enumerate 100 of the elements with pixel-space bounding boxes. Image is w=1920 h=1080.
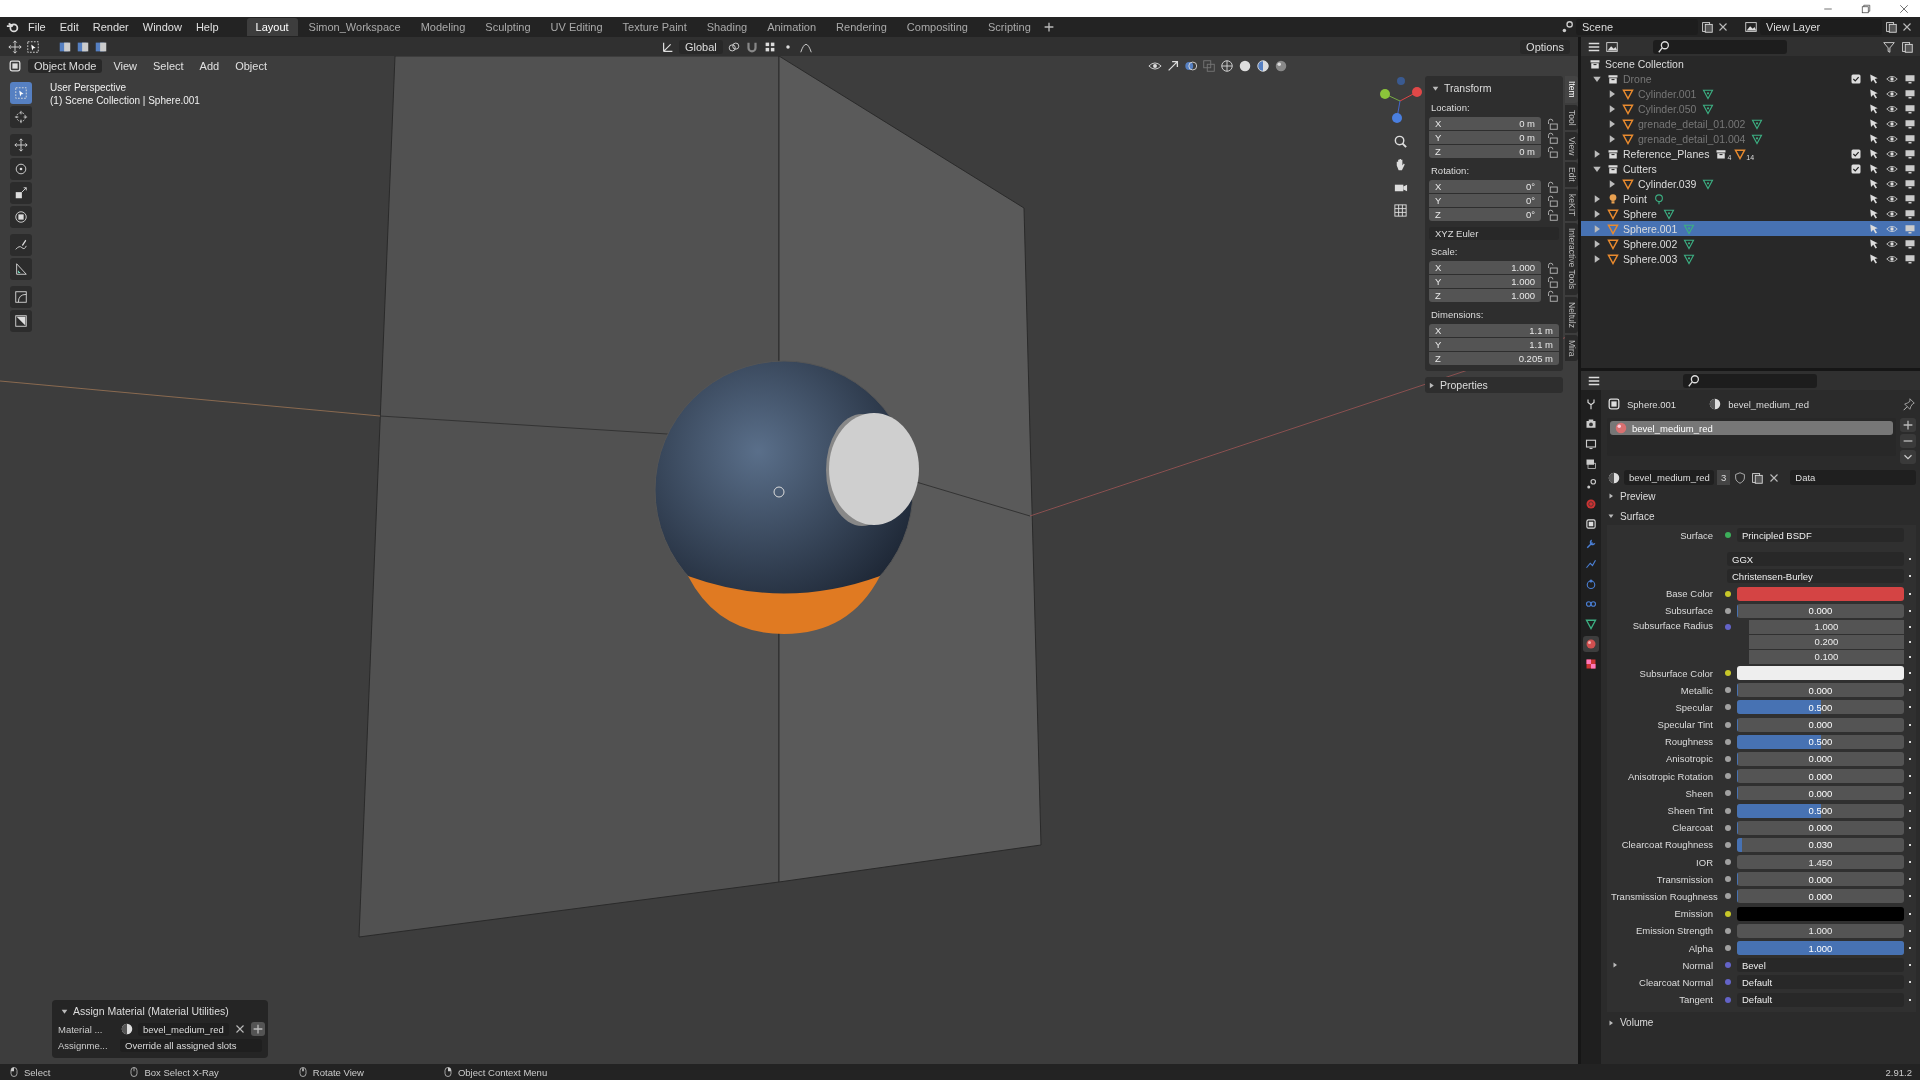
socket-icon[interactable] (1725, 721, 1731, 728)
outliner-item[interactable]: Cylinder.039 (1581, 176, 1920, 191)
socket-icon[interactable] (1725, 927, 1731, 934)
socket-icon[interactable] (1725, 790, 1731, 797)
properties-tab[interactable] (1583, 516, 1599, 532)
number-field[interactable]: X 1.1 m (1429, 324, 1559, 337)
slider-field[interactable]: 0.000 (1737, 889, 1904, 904)
lock-icon[interactable] (1545, 131, 1559, 145)
sidebar-tab[interactable]: Edit (1565, 162, 1578, 188)
view-layer-field[interactable]: View Layer (1760, 19, 1882, 35)
view-layer-icon[interactable] (1744, 20, 1758, 34)
outliner-item[interactable]: Sphere.002 (1581, 236, 1920, 251)
material-field[interactable]: bevel_medium_red (138, 1022, 229, 1036)
search-field[interactable] (1653, 39, 1787, 54)
zoom-icon[interactable] (1392, 134, 1408, 149)
menu-item[interactable]: Window (136, 19, 188, 35)
properties-tab[interactable] (1583, 636, 1599, 652)
slider-field[interactable]: 0.000 (1737, 751, 1904, 766)
number-field[interactable]: 0.100 (1749, 649, 1904, 664)
number-field[interactable]: Y 0 m (1429, 131, 1541, 144)
menu-item[interactable]: Render (86, 19, 135, 35)
workspace-tab[interactable]: Texture Paint (613, 18, 696, 36)
number-field[interactable]: X 1.000 (1429, 261, 1541, 274)
monitor-icon[interactable] (1904, 237, 1916, 250)
workspace-tab[interactable]: Layout (246, 18, 298, 36)
tool-button[interactable] (10, 106, 32, 128)
number-field[interactable]: Z 1.000 (1429, 289, 1541, 302)
number-field[interactable]: 1.000 (1737, 923, 1904, 938)
slider-field[interactable]: 0.500 (1737, 803, 1904, 818)
menu-item[interactable]: Help (189, 19, 225, 35)
socket-icon[interactable] (1725, 755, 1731, 762)
copy-icon[interactable] (1700, 20, 1714, 34)
number-field[interactable]: Z 0 m (1429, 145, 1541, 158)
number-field[interactable]: Y 1.1 m (1429, 338, 1559, 351)
number-field[interactable]: 1.000 (1749, 619, 1904, 634)
number-field[interactable]: 0.200 (1749, 634, 1904, 649)
slider-field[interactable]: 1.000 (1737, 941, 1904, 956)
workspace-tab[interactable]: Animation (758, 18, 826, 36)
menu-item[interactable]: View (108, 59, 143, 73)
slider-field[interactable]: 0.000 (1737, 786, 1904, 801)
dropdown-field[interactable]: Override all assigned slots (120, 1039, 262, 1052)
checkbox[interactable] (1850, 147, 1862, 160)
workspace-tab[interactable]: Compositing (897, 18, 977, 36)
material-name-field[interactable]: bevel_medium_red (1624, 470, 1714, 485)
visibility-icon[interactable] (1148, 59, 1162, 73)
slider-field[interactable]: 0.000 (1737, 603, 1904, 618)
outliner-item[interactable]: Sphere.003 (1581, 251, 1920, 266)
slider-field[interactable]: 0.500 (1737, 700, 1904, 715)
expand-icon[interactable] (1611, 961, 1619, 970)
selectable-icon[interactable] (1868, 147, 1880, 160)
rotation-mode-dropdown[interactable]: XYZ Euler (1429, 227, 1559, 240)
copy-icon[interactable] (1884, 20, 1898, 34)
sidebar-tab[interactable]: Mira (1565, 334, 1578, 362)
panel-header[interactable]: Surface (1607, 507, 1916, 525)
new-collection-icon[interactable] (1900, 39, 1914, 54)
number-field[interactable]: Y 0° (1429, 194, 1541, 207)
socket-icon[interactable] (1725, 607, 1731, 614)
menu-item[interactable]: Edit (53, 19, 85, 35)
workspace-tab[interactable]: Rendering (827, 18, 896, 36)
filter-icon[interactable] (1882, 39, 1896, 54)
slider-field[interactable]: 0.000 (1737, 717, 1904, 732)
shader-field[interactable]: Principled BSDF (1737, 528, 1904, 543)
number-field[interactable]: Z 0.205 m (1429, 352, 1559, 365)
selectable-icon[interactable] (1868, 192, 1880, 205)
sidebar-tab[interactable]: Item (1565, 76, 1578, 103)
socket-icon[interactable] (1725, 910, 1731, 917)
link-dropdown[interactable]: Data (1790, 470, 1916, 485)
monitor-icon[interactable] (1904, 162, 1916, 175)
tool-button[interactable] (10, 234, 32, 256)
select-tool-icon[interactable] (26, 39, 40, 54)
slider-field[interactable]: 0.030 (1737, 837, 1904, 852)
editor-type-icon[interactable] (8, 39, 22, 54)
panel-header[interactable]: Preview (1607, 487, 1916, 505)
socket-icon[interactable] (1725, 670, 1731, 677)
selectable-icon[interactable] (1868, 252, 1880, 265)
material-slot[interactable]: bevel_medium_red (1610, 421, 1893, 435)
workspace-tab[interactable]: Scripting (979, 18, 1040, 36)
panel-title[interactable]: Transform (1444, 82, 1492, 94)
sidebar-tab[interactable]: Tool (1565, 104, 1578, 131)
add-slot-button[interactable] (1900, 418, 1916, 432)
workspace-tab[interactable]: Simon_Workspace (299, 18, 410, 36)
color-field[interactable] (1737, 666, 1904, 681)
pivot-icon[interactable] (726, 39, 741, 54)
slider-field[interactable]: 0.000 (1737, 872, 1904, 887)
user-count[interactable]: 3 (1717, 470, 1731, 485)
lock-icon[interactable] (1545, 261, 1559, 275)
app-logo-icon[interactable] (6, 20, 20, 34)
link-field[interactable]: Default (1737, 975, 1904, 990)
restore-icon[interactable] (1860, 2, 1872, 15)
item-name[interactable]: Scene Collection (1605, 57, 1684, 70)
menu-item[interactable]: File (22, 19, 52, 35)
scene-field[interactable]: Scene (1576, 19, 1698, 35)
panel-header[interactable]: Volume (1607, 1013, 1916, 1032)
scene-icon[interactable] (1560, 20, 1574, 34)
slider-field[interactable]: 0.000 (1737, 820, 1904, 835)
panel-title[interactable]: Assign Material (Material Utilities) (73, 1005, 229, 1017)
workspace-tab[interactable]: UV Editing (541, 18, 612, 36)
grid-icon[interactable] (1392, 203, 1408, 218)
link-field[interactable]: Default (1737, 992, 1904, 1007)
lock-icon[interactable] (1545, 180, 1559, 194)
